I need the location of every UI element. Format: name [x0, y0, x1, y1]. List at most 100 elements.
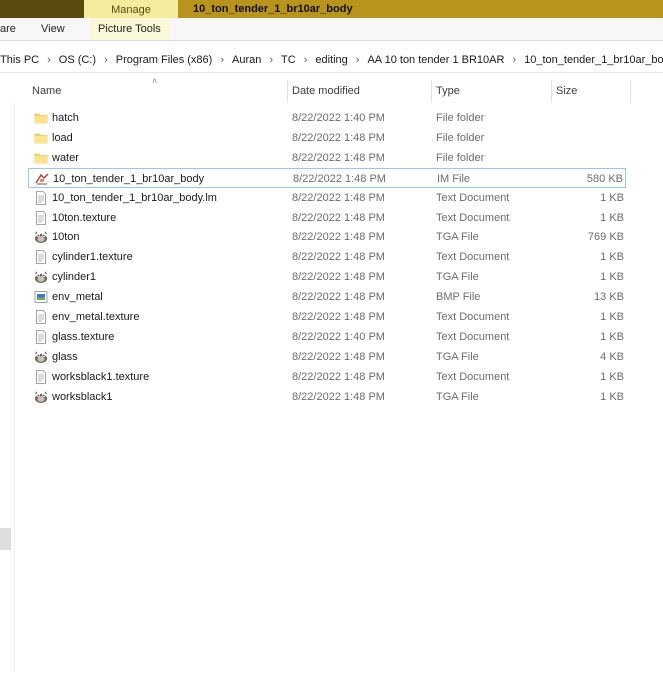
breadcrumb-chevron-icon[interactable]: ›: [220, 50, 224, 70]
file-type: IM File: [437, 172, 470, 185]
file-row[interactable]: glass.texture 8/22/2022 1:40 PM Text Docum…: [28, 327, 626, 347]
file-name: 10_ton_tender_1_br10ar_body.lm: [52, 191, 217, 204]
file-name: cylinder1: [52, 271, 97, 284]
file-name: 10_ton_tender_1_br10ar_body: [53, 172, 205, 185]
breadcrumb-item[interactable]: Auran: [232, 50, 261, 70]
file-date-modified: 8/22/2022 1:48 PM: [292, 390, 385, 403]
breadcrumb-chevron-icon[interactable]: ›: [512, 50, 516, 70]
tab-share[interactable]: are: [0, 18, 16, 40]
file-name: load: [52, 131, 73, 144]
file-date-modified: 8/22/2022 1:48 PM: [292, 291, 385, 304]
file-row[interactable]: worksblack1 8/22/2022 1:48 PM TGA File 1 KB: [28, 387, 626, 407]
file-row[interactable]: hatch 8/22/2022 1:40 PM File folder: [28, 108, 626, 128]
file-date-modified: 8/22/2022 1:48 PM: [292, 211, 385, 224]
file-date-modified: 8/22/2022 1:48 PM: [292, 350, 385, 363]
gimp-icon: [34, 230, 48, 244]
file-date-modified: 8/22/2022 1:48 PM: [292, 271, 385, 284]
breadcrumb-item[interactable]: AA 10 ton tender 1 BR10AR: [367, 50, 504, 70]
text-file-icon: [34, 250, 48, 265]
tab-view[interactable]: View: [41, 18, 65, 40]
breadcrumb-item[interactable]: editing: [315, 50, 347, 70]
ribbon-tabs: are View Picture Tools: [0, 18, 663, 41]
file-type: Text Document: [436, 251, 510, 264]
file-date-modified: 8/22/2022 1:48 PM: [293, 172, 386, 185]
file-type: TGA File: [436, 231, 479, 244]
breadcrumb-chevron-icon[interactable]: ›: [356, 50, 360, 70]
file-date-modified: 8/22/2022 1:48 PM: [292, 311, 385, 323]
gimp-icon: [34, 350, 48, 364]
im-file-icon: [35, 172, 49, 186]
file-date-modified: 8/22/2022 1:48 PM: [292, 191, 385, 204]
file-date-modified: 8/22/2022 1:40 PM: [292, 330, 385, 343]
file-type: Text Document: [436, 191, 510, 204]
gimp-icon: [34, 390, 48, 404]
text-file-icon: [34, 190, 48, 205]
file-name: worksblack1.texture: [52, 370, 150, 383]
file-size: 1 KB: [600, 370, 624, 383]
file-row[interactable]: 10ton.texture 8/22/2022 1:48 PM Text Docum…: [28, 208, 626, 228]
bmp-file-icon: [34, 290, 48, 304]
file-row[interactable]: 10ton 8/22/2022 1:48 PM TGA File 769 KB: [28, 227, 626, 247]
file-date-modified: 8/22/2022 1:48 PM: [292, 131, 385, 144]
breadcrumb-chevron-icon[interactable]: ›: [304, 50, 308, 70]
file-row[interactable]: cylinder1.texture 8/22/2022 1:48 PM Text D…: [28, 247, 626, 267]
file-row[interactable]: load 8/22/2022 1:48 PM File folder: [28, 128, 626, 148]
file-type: TGA File: [436, 271, 479, 284]
breadcrumb-chevron-icon[interactable]: ›: [47, 50, 51, 70]
tab-picture-tools[interactable]: Picture Tools: [90, 18, 169, 40]
column-divider[interactable]: [431, 80, 432, 102]
file-size: 1 KB: [600, 271, 624, 284]
file-size: 13 KB: [594, 291, 624, 304]
breadcrumb-item[interactable]: This PC: [0, 50, 39, 70]
gimp-icon: [34, 270, 48, 284]
address-divider: [0, 72, 663, 73]
file-row[interactable]: env_metal 8/22/2022 1:48 PM BMP File 13 KB: [28, 287, 626, 307]
file-size: 1 KB: [600, 330, 624, 343]
text-file-icon: [34, 329, 48, 344]
breadcrumb-item[interactable]: 10_ton_tender_1_br10ar_body: [524, 50, 663, 70]
column-header-type[interactable]: Type: [436, 80, 460, 102]
file-type: BMP File: [436, 291, 481, 304]
file-size: 580 KB: [586, 172, 623, 185]
window-title: 10_ton_tender_1_br10ar_body: [193, 3, 353, 15]
column-header-size[interactable]: Size: [556, 80, 577, 102]
column-header-name[interactable]: Name: [32, 80, 61, 102]
file-date-modified: 8/22/2022 1:48 PM: [292, 231, 385, 244]
breadcrumb-item[interactable]: TC: [281, 50, 296, 70]
file-name: worksblack1: [52, 390, 113, 403]
column-divider[interactable]: [287, 80, 288, 102]
file-name: 10ton: [52, 231, 80, 244]
file-size: 769 KB: [587, 231, 624, 244]
text-file-icon: [34, 210, 48, 225]
breadcrumb-item[interactable]: OS (C:): [59, 50, 96, 70]
column-divider[interactable]: [630, 80, 631, 102]
file-size: 1 KB: [600, 311, 624, 323]
breadcrumb-chevron-icon[interactable]: ›: [104, 50, 108, 70]
column-divider[interactable]: [551, 80, 552, 102]
file-size: 1 KB: [600, 251, 624, 264]
file-type: Text Document: [436, 311, 510, 323]
file-row[interactable]: cylinder1 8/22/2022 1:48 PM TGA File 1 KB: [28, 267, 626, 287]
breadcrumb-item[interactable]: Program Files (x86): [116, 50, 213, 70]
file-type: Text Document: [436, 330, 510, 343]
file-row[interactable]: glass 8/22/2022 1:48 PM TGA File 4 KB: [28, 347, 626, 367]
file-name: hatch: [52, 112, 79, 124]
file-row[interactable]: water 8/22/2022 1:48 PM File folder: [28, 148, 626, 168]
nav-pane-divider: [14, 102, 15, 672]
file-row[interactable]: env_metal.texture 8/22/2022 1:48 PM Text D…: [28, 307, 626, 327]
file-type: File folder: [436, 112, 485, 124]
file-name: glass: [52, 350, 78, 363]
nav-pane-scrollbar[interactable]: [0, 528, 11, 550]
file-row[interactable]: 10_ton_tender_1_br10ar_body.lm 8/22/2022 …: [28, 188, 626, 208]
file-size: 1 KB: [600, 390, 624, 403]
file-size: 4 KB: [600, 350, 624, 363]
file-row[interactable]: worksblack1.texture 8/22/2022 1:48 PM Text…: [28, 367, 626, 387]
file-date-modified: 8/22/2022 1:48 PM: [292, 151, 385, 164]
column-header-date[interactable]: Date modified: [292, 80, 360, 102]
breadcrumb: This PC › OS (C:) › Program Files (x86) › Aura…: [0, 50, 663, 70]
file-row[interactable]: 10_ton_tender_1_br10ar_body 8/22/2022 1:4…: [28, 167, 626, 188]
file-type: File folder: [436, 131, 485, 144]
tab-manage[interactable]: Manage: [84, 0, 178, 18]
breadcrumb-chevron-icon[interactable]: ›: [269, 50, 273, 70]
file-name: cylinder1.texture: [52, 251, 133, 264]
